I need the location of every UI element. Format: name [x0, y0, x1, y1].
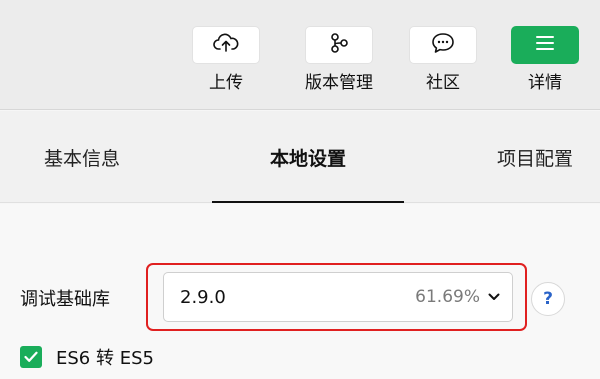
- tab-project-config[interactable]: 项目配置: [470, 111, 600, 203]
- chevron-down-icon: [488, 293, 500, 301]
- base-library-label: 调试基础库: [20, 289, 110, 310]
- toolbar: 上传 版本管理 社区 详情: [0, 0, 600, 110]
- cloud-upload-icon: [213, 33, 239, 57]
- details-button[interactable]: [511, 26, 579, 64]
- version-tool[interactable]: 版本管理: [296, 26, 382, 94]
- community-tool[interactable]: 社区: [404, 26, 482, 94]
- community-label: 社区: [426, 73, 460, 93]
- local-settings-panel: 调试基础库 2.9.0 61.69% ? ES6 转 ES5: [0, 204, 600, 379]
- community-button[interactable]: [409, 26, 477, 64]
- branch-icon: [328, 32, 350, 58]
- es6-to-es5-label: ES6 转 ES5: [56, 348, 154, 369]
- menu-icon: [535, 35, 555, 55]
- base-library-select[interactable]: 2.9.0 61.69%: [163, 272, 513, 322]
- base-library-percent: 61.69%: [415, 287, 480, 307]
- es6-to-es5-option[interactable]: ES6 转 ES5: [20, 344, 154, 370]
- chat-bubble-icon: [431, 32, 455, 58]
- help-button[interactable]: ?: [531, 282, 565, 316]
- upload-tool[interactable]: 上传: [187, 26, 265, 94]
- tab-local-settings[interactable]: 本地设置: [212, 111, 404, 203]
- question-icon: ?: [543, 289, 553, 309]
- es6-to-es5-checkbox[interactable]: [20, 346, 42, 368]
- details-label: 详情: [528, 73, 562, 93]
- settings-tabs: 基本信息 本地设置 项目配置: [0, 111, 600, 203]
- upload-button[interactable]: [192, 26, 260, 64]
- tab-basic-info[interactable]: 基本信息: [0, 111, 164, 203]
- version-label: 版本管理: [305, 73, 373, 93]
- version-button[interactable]: [305, 26, 373, 64]
- upload-label: 上传: [209, 73, 243, 93]
- details-tool[interactable]: 详情: [506, 26, 584, 94]
- base-library-value: 2.9.0: [180, 286, 226, 308]
